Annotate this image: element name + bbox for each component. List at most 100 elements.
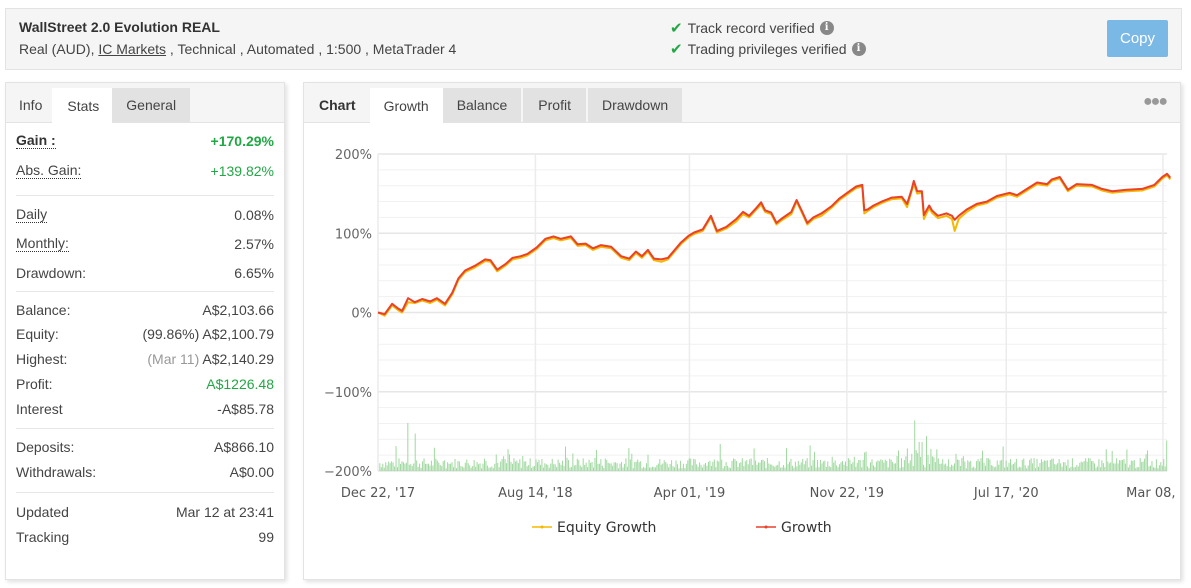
stat-label[interactable]: Abs. Gain: [16, 163, 82, 179]
more-options-icon[interactable]: ●●● [1143, 93, 1168, 111]
stat-label: Tracking [16, 528, 70, 545]
track-record-verified: ✔ Track record verified i [670, 19, 834, 37]
volume-bar [732, 458, 734, 471]
tab-general[interactable]: General [112, 88, 191, 122]
volume-bar [517, 463, 519, 471]
broker-link[interactable]: IC Markets [98, 41, 166, 57]
tab-info[interactable]: Info [8, 88, 52, 122]
volume-bar [1135, 468, 1137, 471]
volume-bar [584, 464, 586, 471]
volume-bar [401, 461, 403, 471]
volume-bar [741, 458, 743, 471]
volume-bar [928, 464, 930, 471]
volume-bar [759, 462, 761, 471]
volume-bar [915, 450, 917, 471]
volume-bar [749, 459, 751, 471]
volume-bar [892, 461, 894, 471]
volume-bar [675, 460, 677, 471]
volume-bar [398, 458, 400, 471]
volume-bar [585, 462, 587, 471]
volume-bar [956, 459, 958, 471]
volume-bar [647, 454, 649, 471]
x-tick-label: Aug 14, '18 [498, 486, 572, 501]
volume-bar [959, 465, 961, 471]
volume-bar [641, 468, 643, 471]
volume-bar [489, 467, 491, 471]
volume-bar [478, 464, 480, 471]
volume-bar [1139, 458, 1141, 471]
volume-bar [509, 454, 511, 471]
volume-bar [534, 465, 536, 471]
volume-bar [834, 460, 836, 471]
volume-bar [476, 461, 478, 471]
volume-bar [1117, 463, 1119, 471]
volume-bar [385, 462, 387, 471]
volume-bar [787, 464, 789, 471]
volume-bar [1033, 458, 1035, 471]
volume-bar [687, 460, 689, 471]
tab-drawdown[interactable]: Drawdown [587, 88, 683, 122]
stat-value: A$1226.48 [206, 375, 274, 392]
volume-bar [662, 463, 664, 471]
volume-bar [433, 447, 435, 471]
volume-bar [394, 466, 396, 471]
volume-bar [881, 460, 883, 471]
volume-bar [778, 461, 780, 471]
volume-bar [419, 463, 421, 471]
volume-bar [395, 446, 397, 471]
volume-bar [1046, 460, 1048, 471]
tab-stats[interactable]: Stats [52, 88, 113, 123]
volume-bar [607, 462, 609, 471]
volume-bar [1086, 461, 1088, 471]
volume-bar [837, 467, 839, 471]
stat-label[interactable]: Gain : [16, 133, 56, 149]
volume-bar [918, 441, 920, 471]
tab-chart[interactable]: Chart [306, 88, 370, 122]
volume-bar [1027, 465, 1029, 471]
volume-bar [1160, 462, 1162, 471]
volume-bar [613, 462, 615, 471]
volume-bar [550, 463, 552, 471]
copy-button[interactable]: Copy [1107, 20, 1168, 57]
volume-bar [812, 460, 814, 471]
stat-label[interactable]: Monthly: [16, 235, 69, 252]
volume-bar [973, 466, 975, 471]
volume-bar [1161, 465, 1163, 471]
volume-bar [547, 464, 549, 471]
volume-bar [1127, 467, 1129, 471]
volume-bar [408, 464, 410, 471]
volume-bar [998, 464, 1000, 471]
x-axis-ticks: Dec 22, '17 Aug 14, '18 Apr 01, '19 Nov 22,… [341, 486, 1180, 501]
volume-bar [1154, 467, 1156, 471]
volume-bar [473, 460, 475, 471]
volume-bar [637, 459, 639, 471]
volume-bar [560, 464, 562, 471]
volume-bar [1032, 463, 1034, 471]
stat-profit: Profit: A$1226.48 [16, 371, 274, 396]
volume-bar [771, 464, 773, 471]
volume-bar [849, 459, 851, 471]
volume-bar [460, 465, 462, 471]
volume-bar [696, 464, 698, 471]
volume-bar [506, 463, 508, 471]
volume-bar [495, 454, 497, 471]
stat-label: Profit: [16, 375, 53, 392]
volume-bar [940, 463, 942, 471]
volume-bar [952, 465, 954, 471]
volume-bar [1045, 460, 1047, 471]
volume-bar [436, 460, 438, 471]
volume-bar [752, 465, 754, 471]
volume-bar [750, 458, 752, 471]
volume-bar [889, 458, 891, 471]
tab-balance[interactable]: Balance [442, 88, 522, 122]
tab-profit[interactable]: Profit [523, 88, 586, 122]
volume-bar [1141, 461, 1143, 471]
volume-bar [632, 468, 634, 471]
stat-label[interactable]: Daily [16, 207, 48, 223]
info-icon[interactable]: i [819, 21, 834, 35]
volume-bar [1151, 461, 1153, 471]
tab-growth[interactable]: Growth [369, 88, 443, 123]
volume-bar [405, 462, 407, 471]
info-icon[interactable]: i [851, 42, 866, 56]
volume-bar [691, 465, 693, 471]
